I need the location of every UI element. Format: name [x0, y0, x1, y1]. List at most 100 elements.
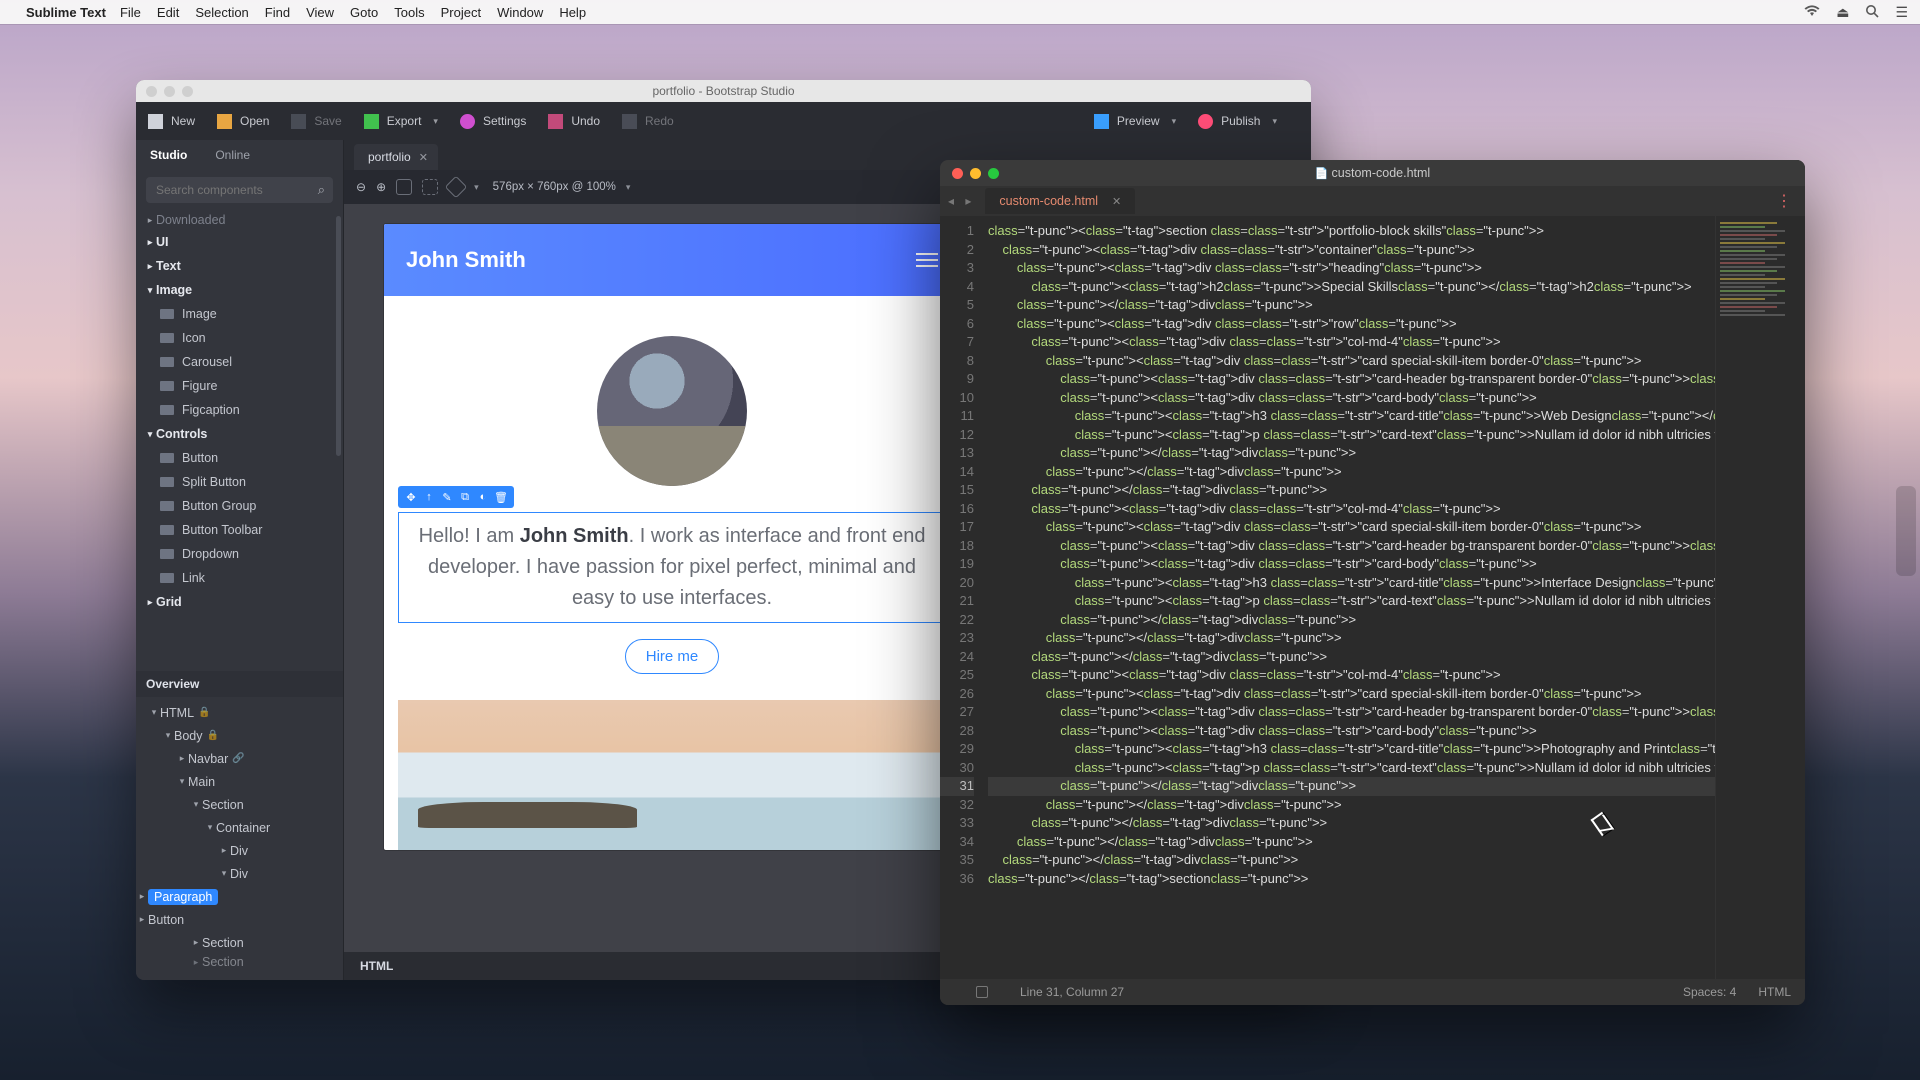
close-tab-icon[interactable]: ✕: [419, 151, 428, 164]
overview-node[interactable]: ▾Section: [136, 793, 343, 816]
tree-item[interactable]: Button Group: [136, 494, 343, 518]
overview-node[interactable]: ▾Body🔒: [136, 724, 343, 747]
tree-item[interactable]: Carousel: [136, 350, 343, 374]
scrollbar[interactable]: [336, 216, 341, 456]
chevron-down-icon[interactable]: ▾: [474, 182, 479, 193]
tab-menu-icon[interactable]: ⋮: [1776, 191, 1793, 211]
menu-project[interactable]: Project: [441, 5, 481, 20]
traffic-close-icon[interactable]: [952, 168, 963, 179]
tree-category[interactable]: ▾Controls: [136, 422, 343, 446]
delete-icon[interactable]: 🗑: [492, 489, 510, 505]
layers-icon[interactable]: [445, 176, 468, 199]
settings-button[interactable]: Settings: [460, 114, 526, 129]
tree-item[interactable]: Dropdown: [136, 542, 343, 566]
save-button[interactable]: Save: [291, 114, 341, 129]
bss-titlebar[interactable]: portfolio - Bootstrap Studio: [136, 80, 1311, 102]
tab-history-nav[interactable]: ◂ ▸: [948, 194, 975, 208]
tree-item[interactable]: Image: [136, 302, 343, 326]
zoom-out-icon[interactable]: ⊖: [356, 180, 366, 194]
traffic-close-icon[interactable]: [146, 86, 157, 97]
menu-goto[interactable]: Goto: [350, 5, 378, 20]
panel-toggle-icon[interactable]: [976, 986, 988, 998]
code-editor[interactable]: 1234567891011121314151617181920212223242…: [940, 216, 1805, 979]
open-button[interactable]: Open: [217, 114, 269, 129]
tab-html[interactable]: HTML: [360, 959, 393, 973]
menu-selection[interactable]: Selection: [195, 5, 248, 20]
tree-item[interactable]: Figcaption: [136, 398, 343, 422]
overview-node[interactable]: ▾HTML🔒: [136, 701, 343, 724]
tree-category[interactable]: ▸UI: [136, 230, 343, 254]
toggle-grid-icon[interactable]: [422, 179, 438, 195]
editor-tab[interactable]: custom-code.html ✕: [985, 188, 1135, 214]
overview-node[interactable]: ▾Div: [136, 862, 343, 885]
menu-find[interactable]: Find: [265, 5, 290, 20]
hire-me-button[interactable]: Hire me: [625, 639, 720, 674]
overview-node[interactable]: ▸Button: [136, 908, 343, 931]
tree-item[interactable]: Link: [136, 566, 343, 590]
menu-tools[interactable]: Tools: [394, 5, 424, 20]
hide-icon[interactable]: ◐: [474, 489, 492, 505]
minimap[interactable]: [1715, 216, 1805, 979]
undo-button[interactable]: Undo: [548, 114, 600, 129]
duplicate-icon[interactable]: ⧉: [456, 489, 474, 505]
menu-view[interactable]: View: [306, 5, 334, 20]
intro-paragraph[interactable]: Hello! I am John Smith. I work as interf…: [398, 512, 946, 623]
st-titlebar[interactable]: custom-code.html: [940, 160, 1805, 186]
tree-item[interactable]: Icon: [136, 326, 343, 350]
chevron-down-icon[interactable]: ▾: [626, 182, 631, 193]
up-icon[interactable]: ↑: [420, 489, 438, 505]
menu-file[interactable]: File: [120, 5, 141, 20]
overview-node[interactable]: ▸Paragraph: [136, 885, 343, 908]
toggle-outline-icon[interactable]: [396, 179, 412, 195]
search-icon[interactable]: ⌕: [318, 182, 325, 198]
overview-tree[interactable]: ▾HTML🔒▾Body🔒▸Navbar🔗▾Main▾Section▾Contai…: [136, 697, 343, 980]
hamburger-icon[interactable]: [916, 253, 938, 267]
export-button[interactable]: Export▾: [364, 114, 438, 129]
overview-node[interactable]: ▸Div: [136, 839, 343, 862]
eject-icon[interactable]: ⏏: [1836, 4, 1849, 21]
menu-help[interactable]: Help: [559, 5, 586, 20]
spotlight-icon[interactable]: [1865, 4, 1879, 21]
indent-setting[interactable]: Spaces: 4: [1683, 985, 1736, 999]
tab-online[interactable]: Online: [201, 140, 264, 170]
tree-item[interactable]: Button: [136, 446, 343, 470]
overview-node[interactable]: ▸Navbar🔗: [136, 747, 343, 770]
tree-item[interactable]: Button Toolbar: [136, 518, 343, 542]
tree-item[interactable]: Split Button: [136, 470, 343, 494]
overview-node[interactable]: ▾Main: [136, 770, 343, 793]
traffic-zoom-icon[interactable]: [988, 168, 999, 179]
syntax-setting[interactable]: HTML: [1758, 985, 1791, 999]
traffic-zoom-icon[interactable]: [182, 86, 193, 97]
tree-category[interactable]: ▸Downloaded: [136, 210, 343, 230]
menu-edit[interactable]: Edit: [157, 5, 179, 20]
traffic-minimize-icon[interactable]: [970, 168, 981, 179]
tree-category[interactable]: ▾Image: [136, 278, 343, 302]
tree-category[interactable]: ▸Grid: [136, 590, 343, 614]
close-tab-icon[interactable]: ✕: [1112, 195, 1121, 208]
edit-icon[interactable]: ✎: [438, 489, 456, 505]
code-area[interactable]: class="t-punc"><class="t-tag">section cl…: [984, 216, 1715, 979]
tree-category[interactable]: ▸Text: [136, 254, 343, 278]
preview-button[interactable]: Preview▾: [1094, 114, 1176, 129]
chevron-down-icon: ▾: [1272, 116, 1277, 127]
new-button[interactable]: New: [148, 114, 195, 129]
redo-button[interactable]: Redo: [622, 114, 674, 129]
publish-button[interactable]: Publish▾: [1198, 114, 1277, 129]
wifi-icon[interactable]: [1804, 4, 1820, 20]
file-tab-portfolio[interactable]: portfolio ✕: [354, 144, 438, 170]
app-name[interactable]: Sublime Text: [26, 5, 106, 20]
move-icon[interactable]: ✥: [402, 489, 420, 505]
dock-handle[interactable]: [1896, 486, 1916, 576]
menu-window[interactable]: Window: [497, 5, 543, 20]
traffic-minimize-icon[interactable]: [164, 86, 175, 97]
zoom-label[interactable]: 576px × 760px @ 100%: [493, 181, 616, 193]
overview-node[interactable]: ▸Section: [136, 931, 343, 954]
zoom-in-icon[interactable]: ⊕: [376, 180, 386, 194]
overview-node[interactable]: ▸Section: [136, 954, 343, 970]
search-input[interactable]: [146, 177, 333, 203]
tree-item[interactable]: Figure: [136, 374, 343, 398]
tab-studio[interactable]: Studio: [136, 140, 201, 170]
overview-node[interactable]: ▾Container: [136, 816, 343, 839]
menu-list-icon[interactable]: ☰: [1895, 4, 1908, 21]
component-tree[interactable]: ▸Downloaded▸UI▸Text▾ImageImageIconCarous…: [136, 210, 343, 671]
